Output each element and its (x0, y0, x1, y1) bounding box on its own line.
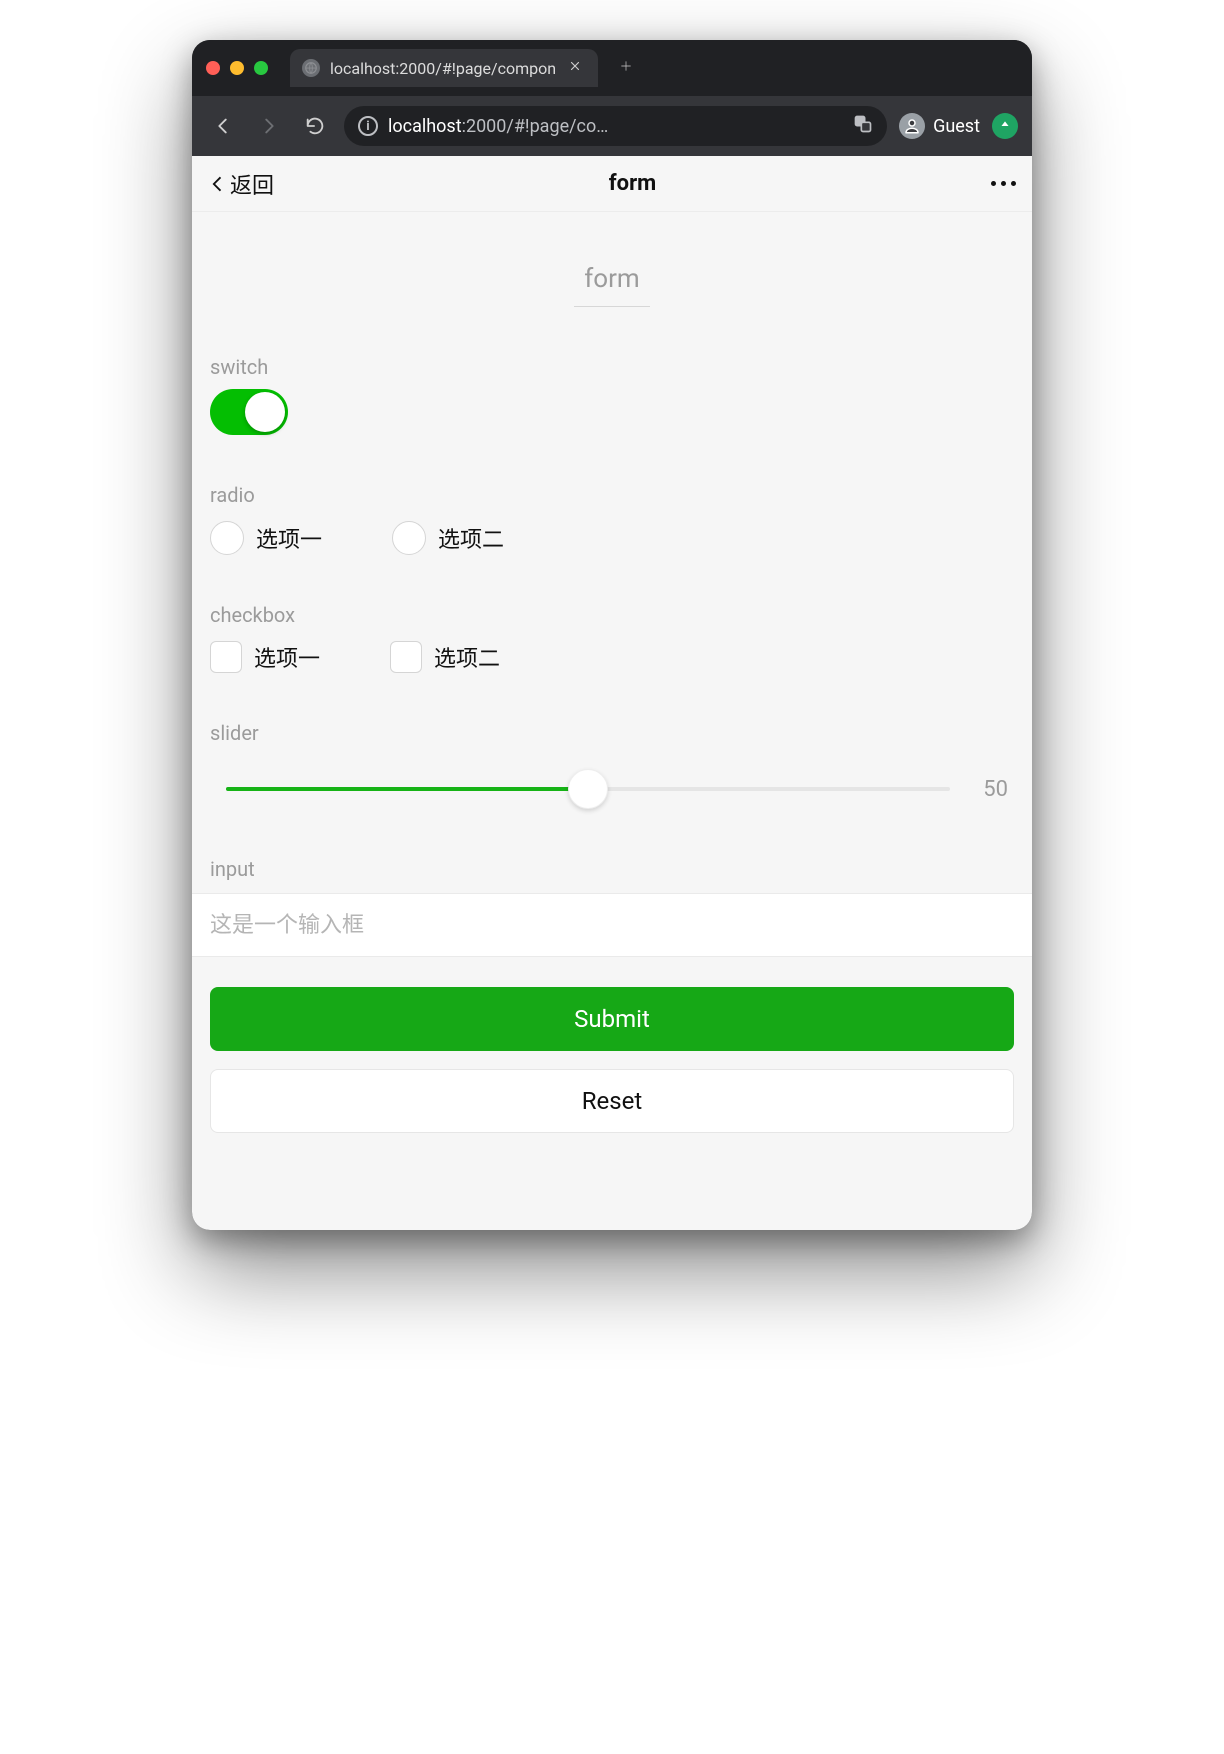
site-info-icon[interactable]: i (358, 116, 378, 136)
radio-option-2-label: 选项二 (438, 522, 504, 554)
nav-back-button[interactable] (206, 109, 240, 143)
nav-forward-button[interactable] (252, 109, 286, 143)
checkbox-option-2-label: 选项二 (434, 641, 500, 673)
app-back-label: 返回 (230, 168, 274, 200)
switch-label: switch (210, 355, 1014, 379)
radio-option-1-label: 选项一 (256, 522, 322, 554)
reset-button[interactable]: Reset (210, 1069, 1014, 1133)
submit-button-label: Submit (574, 1005, 650, 1033)
form-buttons: Submit Reset (192, 957, 1032, 1133)
checkbox-icon (210, 641, 242, 673)
slider-value: 50 (968, 777, 1008, 802)
globe-icon (302, 59, 320, 77)
checkbox-icon (390, 641, 422, 673)
window-controls (206, 61, 268, 75)
dots-icon (991, 181, 996, 186)
radio-option-1[interactable]: 选项一 (210, 521, 322, 555)
input-label: input (210, 857, 1014, 881)
checkbox-option-2[interactable]: 选项二 (390, 641, 500, 673)
address-bar[interactable]: i localhost:2000/#!page/co… (344, 106, 887, 146)
app-title: form (609, 171, 656, 196)
switch-knob (245, 392, 285, 432)
new-tab-button[interactable] (610, 52, 642, 84)
avatar-icon (899, 113, 925, 139)
tab-close-button[interactable] (566, 57, 584, 79)
browser-toolbar: i localhost:2000/#!page/co… Guest (192, 96, 1032, 156)
switch-toggle[interactable] (210, 389, 288, 435)
window-zoom-button[interactable] (254, 61, 268, 75)
browser-window: localhost:2000/#!page/compon i (192, 40, 1032, 1230)
app-more-button[interactable] (991, 181, 1016, 186)
app-back-button[interactable]: 返回 (208, 168, 274, 200)
extension-button[interactable] (992, 113, 1018, 139)
checkbox-option-1[interactable]: 选项一 (210, 641, 320, 673)
radio-label: radio (210, 483, 1014, 507)
page-heading: form (192, 258, 1032, 307)
tab-title: localhost:2000/#!page/compon (330, 59, 556, 78)
slider-control: 50 (210, 769, 1014, 809)
browser-tab-bar: localhost:2000/#!page/compon (192, 40, 1032, 96)
input-field-wrapper (192, 893, 1032, 957)
radio-group: 选项一 选项二 (210, 521, 1014, 555)
slider-label: slider (210, 721, 1014, 745)
app-header: 返回 form (192, 156, 1032, 212)
url-text: localhost:2000/#!page/co… (388, 116, 843, 137)
slider-fill (226, 787, 588, 791)
radio-option-2[interactable]: 选项二 (392, 521, 504, 555)
radio-icon (392, 521, 426, 555)
window-close-button[interactable] (206, 61, 220, 75)
reset-button-label: Reset (582, 1087, 642, 1115)
submit-button[interactable]: Submit (210, 987, 1014, 1051)
profile-button[interactable]: Guest (899, 113, 980, 139)
app-viewport: 返回 form form switch radio (192, 156, 1032, 1230)
translate-icon[interactable] (853, 114, 873, 139)
checkbox-label: checkbox (210, 603, 1014, 627)
checkbox-group: 选项一 选项二 (210, 641, 1014, 673)
slider-track[interactable] (226, 769, 950, 809)
text-input[interactable] (210, 912, 1014, 938)
page-heading-text: form (574, 258, 649, 307)
radio-icon (210, 521, 244, 555)
nav-reload-button[interactable] (298, 109, 332, 143)
checkbox-option-1-label: 选项一 (254, 641, 320, 673)
window-minimize-button[interactable] (230, 61, 244, 75)
slider-thumb[interactable] (568, 769, 608, 809)
profile-label: Guest (933, 116, 980, 137)
browser-tab[interactable]: localhost:2000/#!page/compon (290, 49, 598, 87)
